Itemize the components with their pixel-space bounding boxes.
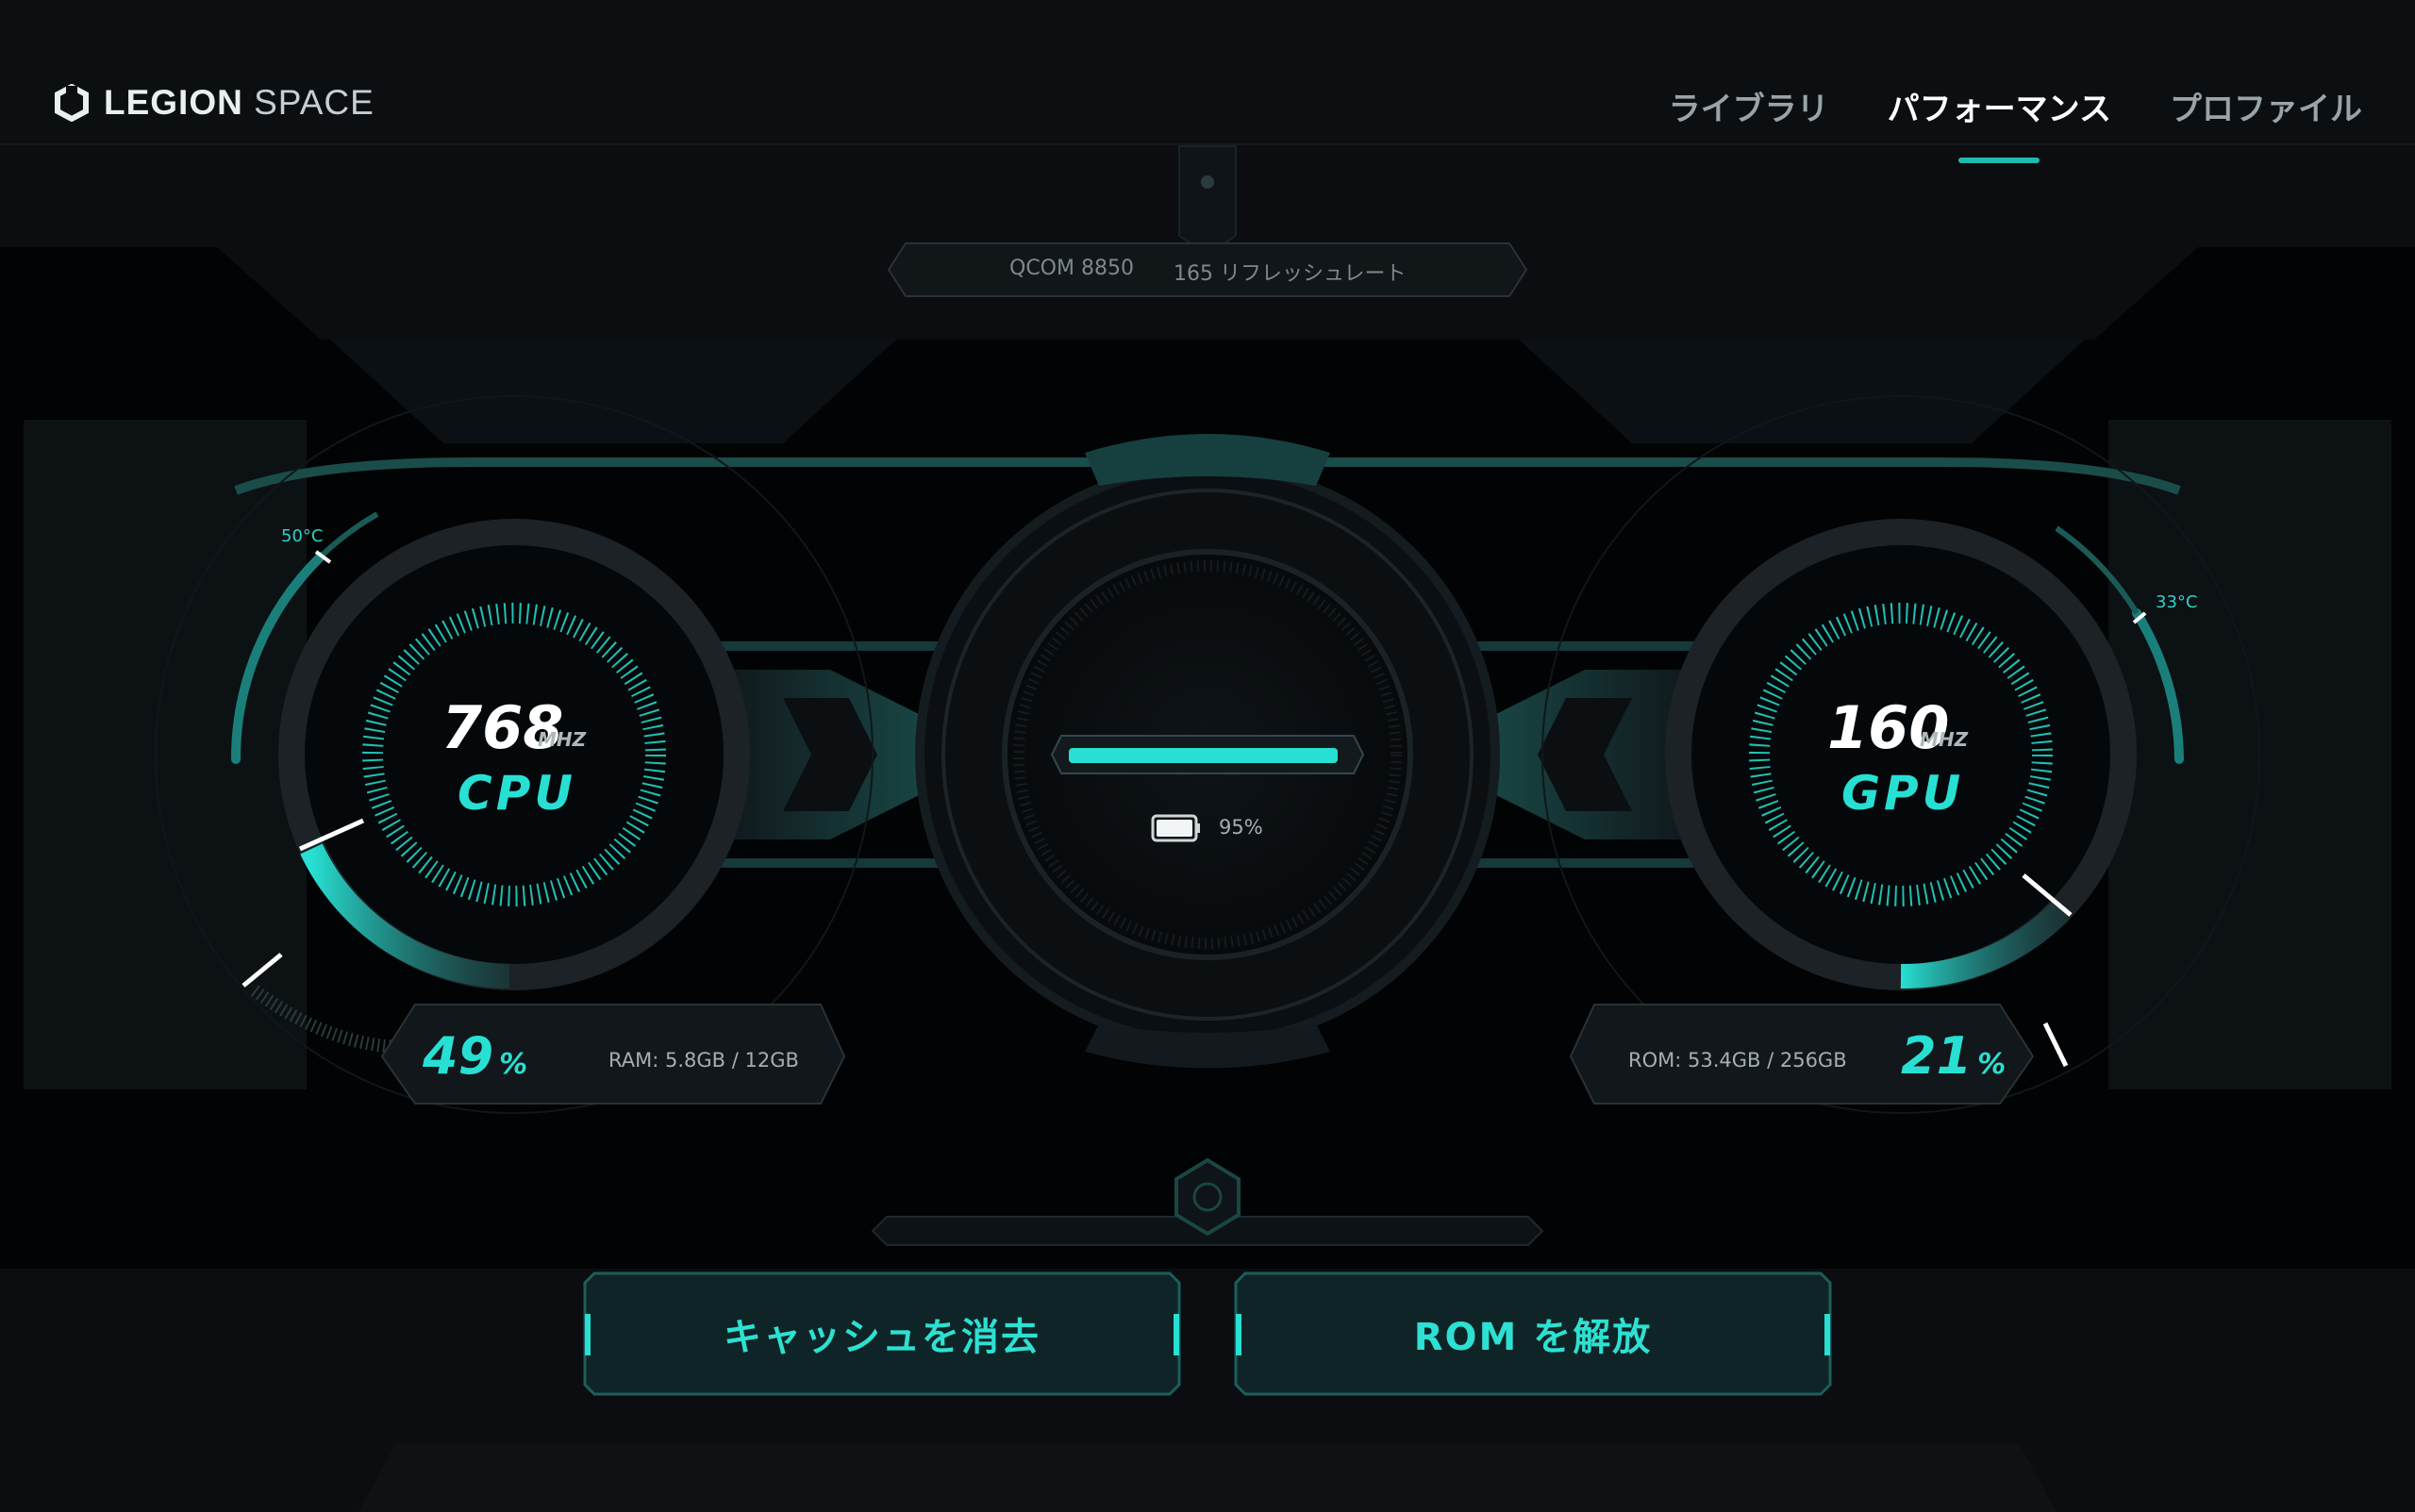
battery-level-bar bbox=[1069, 748, 1338, 763]
center-hex-icon bbox=[1174, 1157, 1241, 1237]
performance-dashboard bbox=[0, 145, 2415, 1512]
gpu-temperature: 33°C bbox=[2156, 592, 2198, 612]
clear-cache-label: キャッシュを消去 bbox=[724, 1316, 1041, 1359]
free-rom-button[interactable]: ROM を解放 bbox=[1236, 1273, 1830, 1394]
gpu-frequency-unit: MHZ bbox=[1920, 728, 1969, 751]
ram-usage: RAM: 5.8GB / 12GB bbox=[608, 1049, 799, 1072]
cpu-temperature: 50°C bbox=[281, 526, 324, 546]
rom-usage: ROM: 53.4GB / 256GB bbox=[1628, 1049, 1847, 1072]
free-rom-label: ROM を解放 bbox=[1413, 1316, 1653, 1359]
gpu-usage: 21% bbox=[1901, 1026, 2007, 1086]
cpu-frequency-unit: MHZ bbox=[538, 728, 587, 751]
chip-name: QCOM 8850 bbox=[1009, 257, 1134, 280]
battery-percentage: 95% bbox=[1219, 816, 1263, 839]
cpu-usage: 49% bbox=[423, 1026, 528, 1086]
cpu-label: CPU bbox=[458, 766, 576, 821]
clear-cache-button[interactable]: キャッシュを消去 bbox=[585, 1273, 1179, 1394]
refresh-rate: 165 リフレッシュレート bbox=[1174, 262, 1407, 286]
gpu-label: GPU bbox=[1841, 766, 1965, 821]
